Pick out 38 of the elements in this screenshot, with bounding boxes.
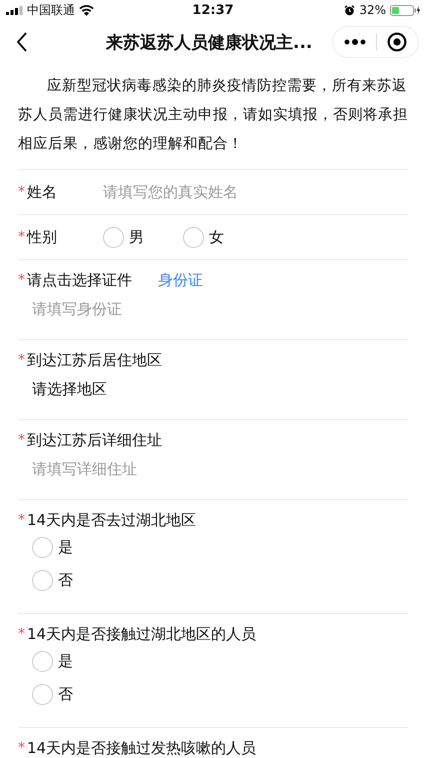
field-label: 14天内是否去过湖北地区: [27, 510, 196, 531]
clock-time: 12:37: [192, 2, 234, 18]
required-mark: *: [18, 739, 26, 758]
field-label: 性别: [27, 228, 58, 246]
field-label: 到达江苏后详细住址: [27, 430, 162, 451]
input-field[interactable]: 请填写身份证: [32, 298, 332, 320]
radio-option[interactable]: 男: [103, 226, 183, 248]
field-label: 14天内是否接触过湖北地区的人员: [27, 624, 256, 645]
required-mark: *: [18, 184, 26, 200]
more-icon[interactable]: [344, 39, 366, 45]
radio-option[interactable]: 女: [183, 226, 263, 248]
signal-icon: [6, 6, 23, 14]
input-field[interactable]: 请填写您的真实姓名: [103, 183, 353, 201]
required-mark: *: [18, 271, 26, 290]
required-mark: *: [18, 229, 26, 245]
alarm-icon: [344, 4, 356, 16]
radio-option[interactable]: 否: [32, 678, 408, 711]
field-label: 14天内是否接触过发热咳嗽的人员: [27, 738, 256, 758]
field-label: 到达江苏后居住地区: [27, 350, 162, 371]
required-mark: *: [18, 511, 26, 530]
page-title: 来苏返苏人员健康状况主...: [106, 32, 312, 54]
radio-option[interactable]: 是: [32, 531, 408, 564]
required-mark: *: [18, 625, 26, 644]
carrier-name: 中国联通: [27, 2, 75, 18]
region-picker[interactable]: 请选择地区: [32, 378, 107, 400]
required-mark: *: [18, 431, 26, 450]
back-icon[interactable]: [16, 32, 28, 52]
battery-icon: [390, 4, 420, 16]
wifi-icon: [79, 4, 94, 16]
field-label: 姓名: [27, 182, 58, 202]
input-field[interactable]: 请填写详细住址: [32, 458, 332, 480]
radio-option[interactable]: 是: [32, 645, 408, 678]
field-label: 请点击选择证件: [27, 270, 132, 291]
required-mark: *: [18, 351, 26, 370]
radio-option[interactable]: 否: [32, 564, 408, 597]
battery-percent: 32%: [359, 3, 386, 17]
intro-text: 应新型冠状病毒感染的肺炎疫情防控需要，所有来苏返苏人员需进行健康状况主动申报，请如实填报，否则将承担相应后果，感谢您的理解和配合！: [18, 76, 408, 154]
id-type-link[interactable]: 身份证: [158, 269, 203, 291]
